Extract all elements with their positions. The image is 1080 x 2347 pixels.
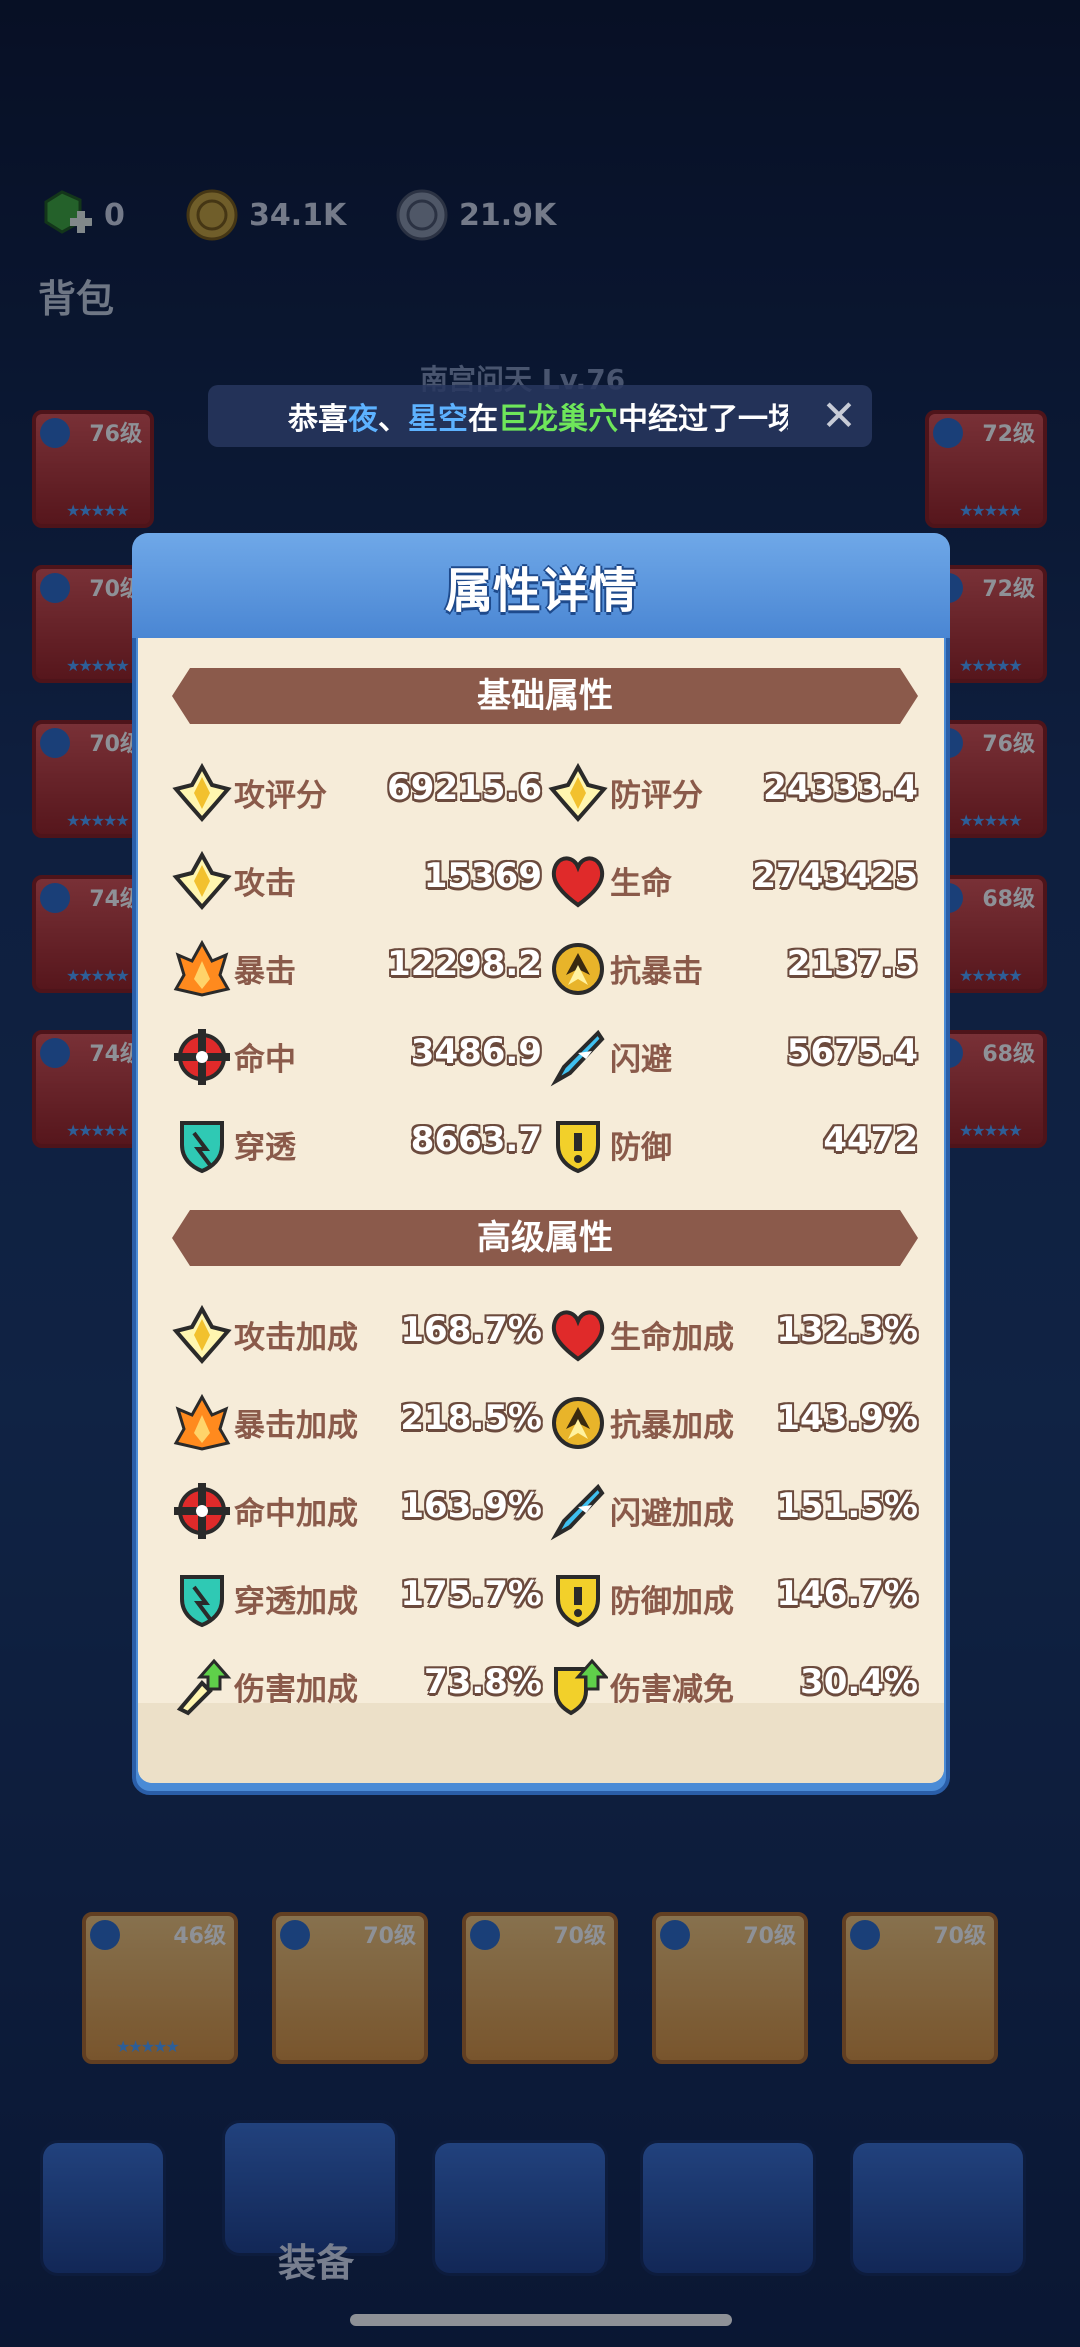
stat-value: 168.7% (400, 1310, 542, 1350)
announcement-player-a: 夜 (348, 402, 378, 437)
stat-label: 生命加成 (610, 1320, 734, 1356)
stat-value: 3486.9 (410, 1032, 542, 1072)
defense-shield-icon (548, 1115, 608, 1175)
stat-label: 命中 (234, 1042, 296, 1078)
stat-label: 伤害加成 (234, 1672, 358, 1708)
stat-label: 暴击 (234, 954, 296, 990)
stat-label: 防御 (610, 1130, 672, 1166)
crit-flame-icon (172, 1393, 232, 1453)
stat-value: 143.9% (776, 1398, 918, 1438)
stat-value: 175.7% (400, 1574, 542, 1614)
crosshair-icon (172, 1027, 232, 1087)
stat-value: 2137.5 (786, 944, 918, 984)
stat-label: 穿透 (234, 1130, 296, 1166)
stat-row: 攻击加成 168.7% (172, 1300, 542, 1370)
stat-row: 命中加成 163.9% (172, 1476, 542, 1546)
stat-value: 163.9% (400, 1486, 542, 1526)
stat-value: 132.3% (776, 1310, 918, 1350)
advanced-section-header: 高级属性 (172, 1210, 918, 1266)
stat-row: 暴击 12298.2 (172, 934, 542, 1004)
attack-icon (172, 1304, 232, 1365)
stat-value: 73.8% (424, 1662, 542, 1702)
stat-value: 8663.7 (410, 1120, 542, 1160)
modal-body: 基础属性 攻评分 69215.6 防评分 24333.4 攻击 15369 生命 274342… (138, 638, 944, 1783)
close-icon[interactable]: ✕ (816, 393, 862, 439)
damage-up-icon (172, 1657, 232, 1717)
stat-label: 闪避加成 (610, 1496, 734, 1532)
stat-row: 抗暴击 2137.5 (548, 934, 918, 1004)
stat-value: 151.5% (776, 1486, 918, 1526)
heart-icon (548, 1305, 608, 1365)
modal-title: 属性详情 (444, 563, 637, 619)
stat-value: 2743425 (752, 856, 918, 896)
stat-label: 抗暴击 (610, 954, 703, 990)
stat-row: 攻评分 69215.6 (172, 758, 542, 828)
stat-value: 146.7% (776, 1574, 918, 1614)
announcement-middle: 在 (468, 402, 498, 437)
stat-row: 闪避加成 151.5% (548, 1476, 918, 1546)
stat-label: 抗暴加成 (610, 1408, 734, 1444)
stat-label: 攻击 (234, 866, 296, 902)
stat-row: 伤害加成 73.8% (172, 1652, 542, 1722)
dodge-feather-icon (548, 1481, 608, 1541)
stat-label: 穿透加成 (234, 1584, 358, 1620)
stat-label: 暴击加成 (234, 1408, 358, 1444)
stat-value: 218.5% (400, 1398, 542, 1438)
stat-label: 防评分 (610, 778, 703, 814)
stat-value: 69215.6 (387, 768, 542, 808)
stat-row: 闪避 5675.4 (548, 1022, 918, 1092)
stat-row: 防御加成 146.7% (548, 1564, 918, 1634)
stat-row: 穿透 8663.7 (172, 1110, 542, 1180)
stat-label: 攻评分 (234, 778, 327, 814)
announcement-separator: 、 (378, 402, 408, 437)
stat-value: 5675.4 (786, 1032, 918, 1072)
stat-label: 命中加成 (234, 1496, 358, 1532)
announcement-banner: 恭喜夜、星空在巨龙巢穴中经过了一场 ✕ (208, 385, 872, 447)
stat-label: 防御加成 (610, 1584, 734, 1620)
announcement-suffix: 中经过了一场 (618, 402, 788, 437)
stat-row: 抗暴加成 143.9% (548, 1388, 918, 1458)
anti-crit-icon (548, 1393, 608, 1453)
stat-row: 攻击 15369 (172, 846, 542, 916)
stat-value: 15369 (423, 856, 542, 896)
stat-row: 暴击加成 218.5% (172, 1388, 542, 1458)
stat-label: 生命 (610, 866, 672, 902)
attack-rating-icon (172, 762, 232, 823)
stat-label: 闪避 (610, 1042, 672, 1078)
stat-value: 12298.2 (387, 944, 542, 984)
attack-icon (172, 850, 232, 911)
anti-crit-icon (548, 939, 608, 999)
pierce-shield-icon (172, 1569, 232, 1629)
dodge-feather-icon (548, 1027, 608, 1087)
announcement-prefix: 恭喜 (288, 402, 348, 437)
crit-flame-icon (172, 939, 232, 999)
stat-row: 生命加成 132.3% (548, 1300, 918, 1370)
announcement-text: 恭喜夜、星空在巨龙巢穴中经过了一场 (288, 394, 788, 438)
announcement-location: 巨龙巢穴 (498, 402, 618, 437)
defense-shield-icon (548, 1569, 608, 1629)
stat-row: 命中 3486.9 (172, 1022, 542, 1092)
basic-section-title: 基础属性 (477, 676, 613, 716)
stat-row: 穿透加成 175.7% (172, 1564, 542, 1634)
stat-row: 伤害减免 30.4% (548, 1652, 918, 1722)
stat-row: 生命 2743425 (548, 846, 918, 916)
basic-section-header: 基础属性 (172, 668, 918, 724)
stat-value: 30.4% (800, 1662, 918, 1702)
stat-value: 4472 (823, 1120, 918, 1160)
damage-reduce-icon (548, 1657, 610, 1717)
pierce-shield-icon (172, 1115, 232, 1175)
heart-icon (548, 851, 608, 911)
crosshair-icon (172, 1481, 232, 1541)
stat-row: 防评分 24333.4 (548, 758, 918, 828)
attribute-detail-modal: 属性详情 基础属性 攻评分 69215.6 防评分 24333.4 攻击 15369 生命 2… (132, 533, 950, 1795)
advanced-section-title: 高级属性 (477, 1218, 613, 1258)
stat-value: 24333.4 (763, 768, 918, 808)
stat-label: 攻击加成 (234, 1320, 358, 1356)
announcement-player-b: 星空 (408, 402, 468, 437)
stat-label: 伤害减免 (610, 1672, 734, 1708)
stat-row: 防御 4472 (548, 1110, 918, 1180)
defense-rating-icon (548, 762, 608, 823)
